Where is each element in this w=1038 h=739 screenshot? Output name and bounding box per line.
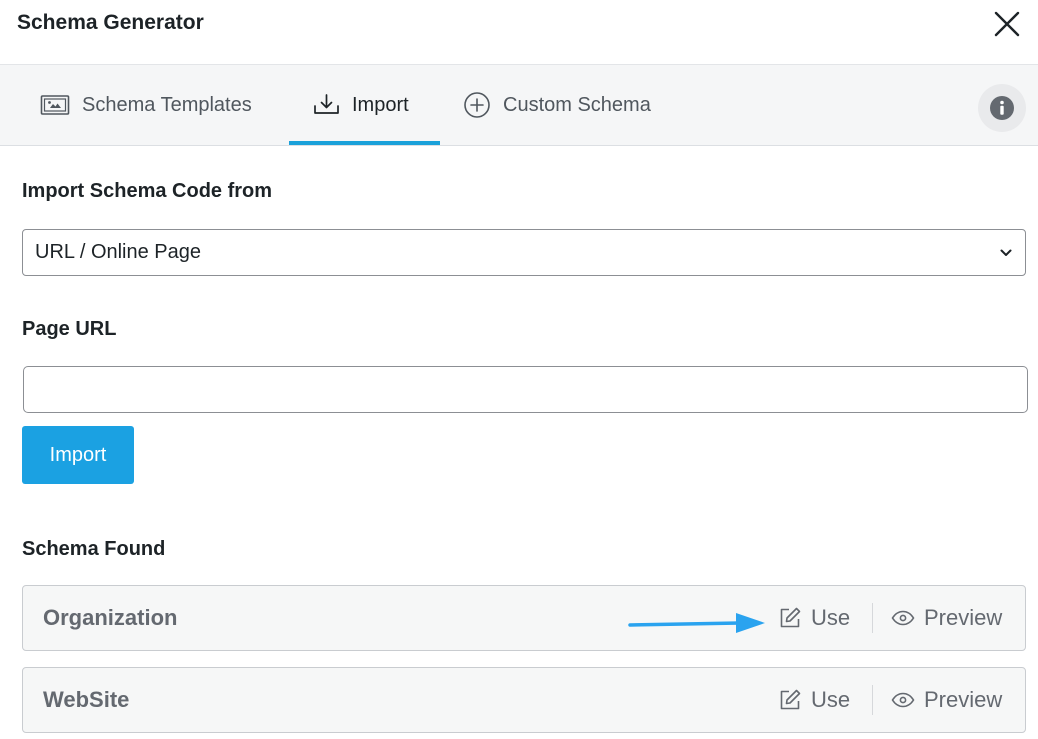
dialog-title: Schema Generator (17, 11, 204, 34)
edit-icon (778, 688, 802, 712)
preview-button[interactable]: Preview (891, 668, 1002, 732)
eye-icon (891, 610, 915, 626)
tab-label: Custom Schema (503, 93, 651, 116)
use-button[interactable]: Use (778, 586, 850, 650)
page-url-input[interactable] (23, 366, 1028, 413)
schema-name: Organization (43, 605, 178, 630)
import-source-label: Import Schema Code from (22, 180, 273, 202)
active-tab-indicator (289, 141, 440, 145)
import-button[interactable]: Import (22, 426, 134, 484)
import-source-select[interactable]: URL / Online Page (22, 229, 1026, 276)
schema-row-organization: Organization Use Preview (22, 585, 1026, 651)
import-source-value: URL / Online Page (35, 241, 202, 263)
plus-circle-icon (463, 91, 491, 119)
preview-label: Preview (924, 687, 1003, 712)
tab-label: Schema Templates (82, 93, 252, 116)
schema-name: WebSite (43, 687, 130, 712)
preview-button[interactable]: Preview (891, 586, 1002, 650)
template-icon (40, 93, 70, 117)
close-button[interactable] (992, 9, 1022, 39)
info-icon (990, 96, 1014, 120)
tab-schema-templates[interactable]: Schema Templates (40, 65, 252, 145)
action-divider (872, 685, 873, 715)
use-label: Use (811, 687, 851, 712)
use-button[interactable]: Use (778, 668, 850, 732)
tab-bar: Schema Templates Import Custom Schema (0, 64, 1038, 146)
tab-custom-schema[interactable]: Custom Schema (463, 65, 651, 145)
tab-import[interactable]: Import (313, 65, 409, 145)
page-url-label: Page URL (22, 318, 117, 340)
tab-label: Import (352, 93, 409, 116)
edit-icon (778, 606, 802, 630)
schema-found-heading: Schema Found (22, 538, 166, 560)
chevron-down-icon (1000, 249, 1012, 256)
info-button[interactable] (978, 84, 1026, 132)
dialog-header: Schema Generator (0, 0, 1038, 64)
action-divider (872, 603, 873, 633)
close-icon (994, 11, 1020, 37)
preview-label: Preview (924, 605, 1003, 630)
eye-icon (891, 692, 915, 708)
annotation-arrow-icon (628, 613, 765, 633)
use-label: Use (811, 605, 851, 630)
import-icon (313, 93, 340, 117)
schema-row-website: WebSite Use Preview (22, 667, 1026, 733)
